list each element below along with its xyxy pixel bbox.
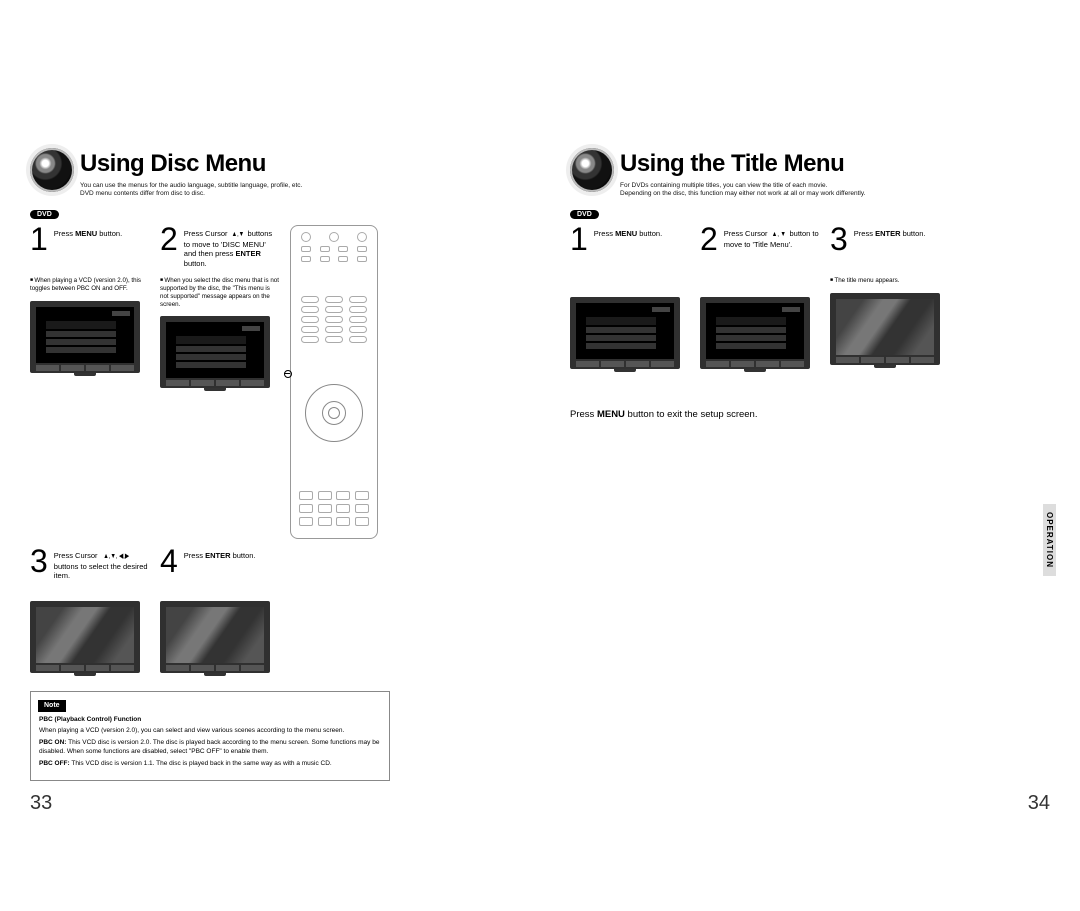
page-34: Using the Title Menu For DVDs containing… (540, 0, 1080, 763)
subtitle-1: You can use the menus for the audio lang… (80, 182, 302, 190)
step-text: Press Cursor ▲,▼ buttons to move to 'DIS… (184, 225, 280, 268)
tv-illustration (700, 297, 810, 369)
step-note: When playing a VCD (version 2.0), this t… (30, 277, 150, 293)
step-3: 3 Press ENTER button. The title menu app… (830, 225, 950, 365)
tv-illustration (30, 301, 140, 373)
page-title: Using Disc Menu (80, 150, 302, 178)
speaker-icon (30, 148, 74, 192)
step-text: Press Cursor ▲, ▼ button to move to 'Tit… (724, 225, 820, 249)
dvd-badge: DVD (570, 210, 599, 219)
step-number: 1 (30, 225, 48, 254)
step-2: 2 Press Cursor ▲,▼ buttons to move to 'D… (160, 225, 280, 388)
step-number: 4 (160, 547, 178, 576)
step-number: 2 (160, 225, 178, 254)
step-note: When you select the disc menu that is no… (160, 277, 280, 308)
step-number: 2 (700, 225, 718, 254)
subtitle-2: Depending on the disc, this function may… (620, 190, 865, 198)
step-number: 3 (830, 225, 848, 254)
step-1: 1 Press MENU button. (570, 225, 690, 369)
subtitle-1: For DVDs containing multiple titles, you… (620, 182, 865, 190)
subtitle-2: DVD menu contents differ from disc to di… (80, 190, 302, 198)
section-tab: OPERATION (1043, 504, 1056, 576)
tv-illustration (160, 601, 270, 673)
step-4: 4 Press ENTER button. (160, 547, 280, 673)
step-2: 2 Press Cursor ▲, ▼ button to move to 'T… (700, 225, 820, 369)
step-1: 1 Press MENU button. When playing a VCD … (30, 225, 150, 373)
note-box: Note PBC (Playback Control) Function Whe… (30, 691, 390, 780)
remote-illustration (290, 225, 378, 539)
step-text: Press ENTER button. (854, 225, 926, 238)
step-text: Press Cursor ▲,▼, ◀,▶ buttons to select … (54, 547, 150, 581)
page-number: 34 (1028, 792, 1050, 815)
page-33: Using Disc Menu You can use the menus fo… (0, 0, 540, 763)
footer-note: Press MENU button to exit the setup scre… (570, 409, 1080, 420)
page-spread: Using Disc Menu You can use the menus fo… (0, 0, 1080, 763)
tv-illustration (830, 293, 940, 365)
step-number: 1 (570, 225, 588, 254)
step-text: Press MENU button. (54, 225, 122, 238)
tv-illustration (570, 297, 680, 369)
page-number: 33 (30, 792, 52, 815)
step-3: 3 Press Cursor ▲,▼, ◀,▶ buttons to selec… (30, 547, 150, 673)
page-title: Using the Title Menu (620, 150, 865, 178)
note-badge: Note (38, 700, 66, 711)
tv-illustration (160, 316, 270, 388)
speaker-icon (570, 148, 614, 192)
step-text: Press ENTER button. (184, 547, 256, 560)
step-text: Press MENU button. (594, 225, 662, 238)
tv-illustration (30, 601, 140, 673)
step-note: The title menu appears. (830, 277, 950, 285)
step-number: 3 (30, 547, 48, 576)
dvd-badge: DVD (30, 210, 59, 219)
